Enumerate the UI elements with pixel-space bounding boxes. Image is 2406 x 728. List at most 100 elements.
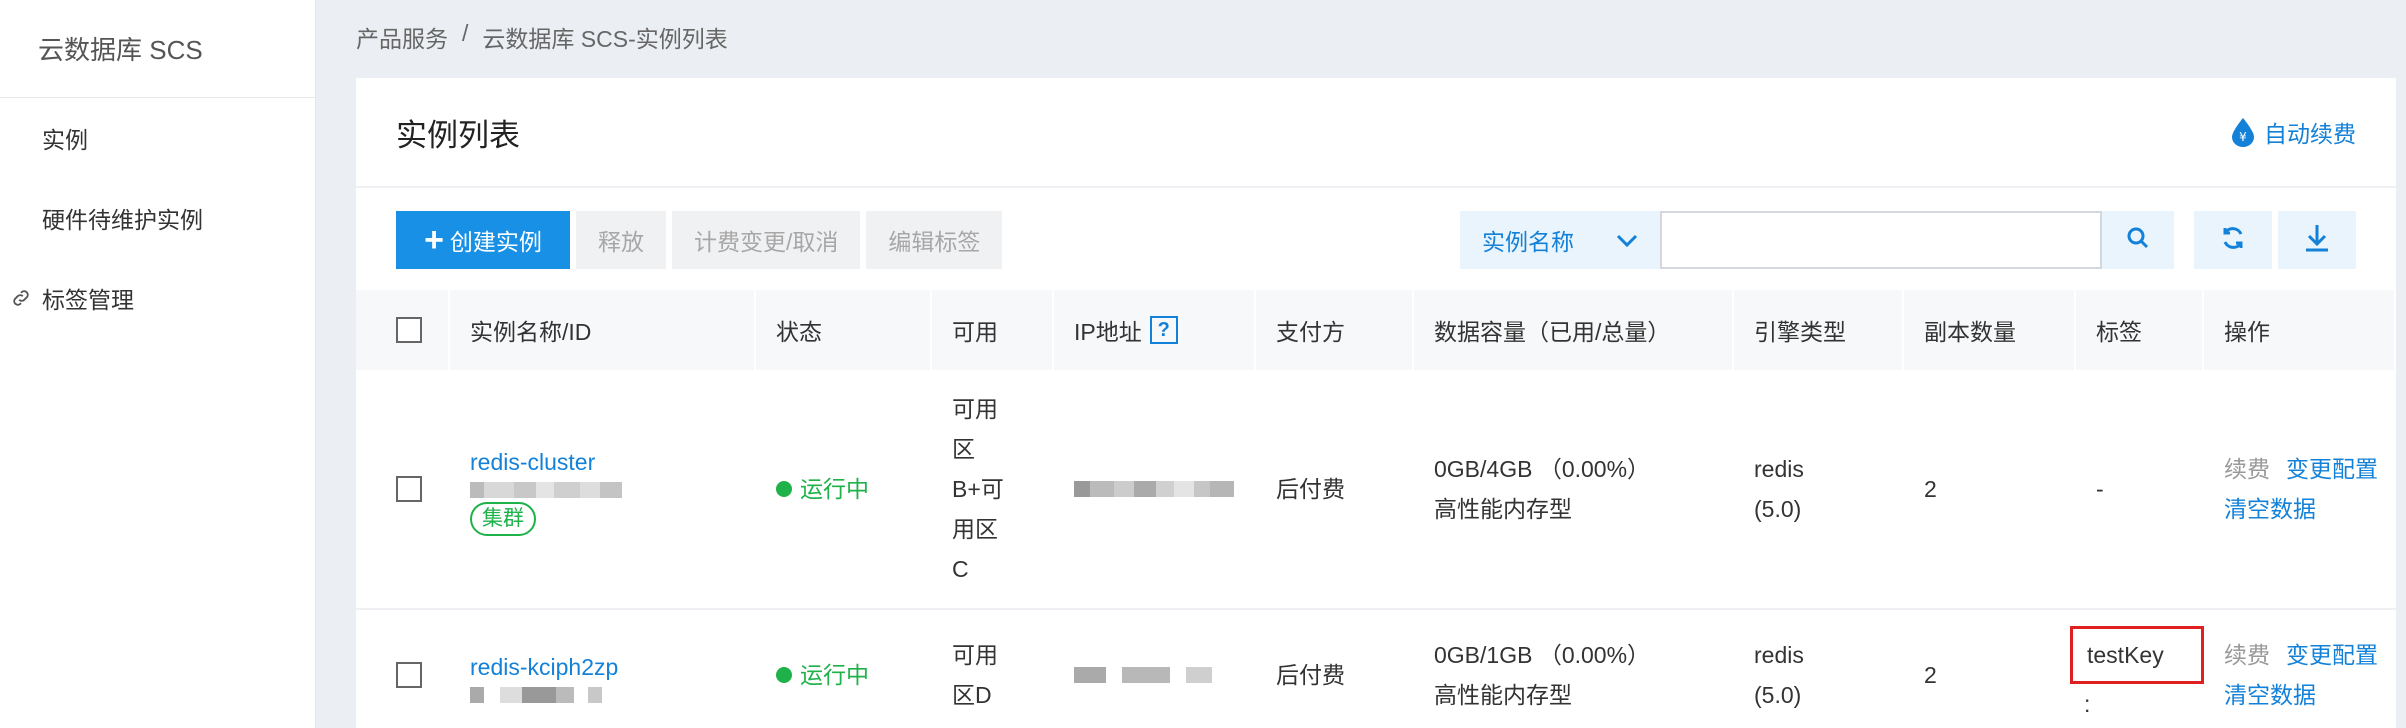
drop-yen-icon: ¥ <box>2230 117 2256 147</box>
row-select-cell <box>356 370 450 608</box>
engine-cell: redis (5.0) <box>1734 370 1904 608</box>
sidebar-item-label: 实例 <box>42 127 88 153</box>
refresh-icon <box>2219 224 2247 257</box>
payment-cell: 后付费 <box>1276 476 1345 502</box>
tag-highlight: testKey <box>2070 626 2204 684</box>
status-cell: 运行中 <box>756 610 932 728</box>
capacity-type: 高性能内存型 <box>1434 682 1572 708</box>
header-engine: 引擎类型 <box>1734 290 1904 370</box>
download-button[interactable] <box>2278 211 2356 269</box>
breadcrumb-separator: / <box>462 20 469 46</box>
edit-tags-button[interactable]: 编辑标签 <box>866 211 1003 269</box>
sidebar-item-tag-management[interactable]: 标签管理 <box>0 258 315 338</box>
ip-cell <box>1054 370 1256 608</box>
replicas-cell: 2 <box>1924 662 1937 688</box>
name-cell: redis-cluster 集群 <box>450 370 756 608</box>
capacity-value: 0GB/4GB （0.00%） <box>1434 456 1651 482</box>
create-instance-label: 创建实例 <box>449 229 542 255</box>
capacity-cell: 0GB/4GB （0.00%） 高性能内存型 <box>1414 370 1734 608</box>
search-field-select[interactable]: 实例名称 <box>1460 211 1660 269</box>
header-ip: IP地址 ? <box>1054 290 1256 370</box>
select-all-checkbox[interactable] <box>396 317 422 343</box>
refresh-button[interactable] <box>2194 211 2272 269</box>
tag-cell: - <box>2096 476 2104 502</box>
status-badge: 运行中 <box>776 469 932 509</box>
header-capacity: 数据容量（已用/总量） <box>1414 290 1734 370</box>
engine-version: (5.0) <box>1754 682 1802 708</box>
auto-renew-label: 自动续费 <box>2264 121 2356 147</box>
billing-change-button[interactable]: 计费变更/取消 <box>672 211 861 269</box>
search-input[interactable] <box>1660 211 2102 269</box>
zone-line: 区D <box>952 682 992 708</box>
instance-name-link[interactable]: redis-cluster <box>470 442 756 482</box>
breadcrumb: 产品服务 / 云数据库 SCS-实例列表 <box>356 20 728 54</box>
help-icon[interactable]: ? <box>1149 316 1178 344</box>
auto-renew-link[interactable]: ¥ 自动续费 <box>2230 115 2356 149</box>
header-ip-label: IP地址 <box>1074 319 1142 345</box>
row-checkbox[interactable] <box>396 476 422 502</box>
card-header: 实例列表 ¥ 自动续费 <box>356 78 2396 188</box>
engine-name: redis <box>1754 456 1804 482</box>
zone-line: 可用 <box>952 642 998 668</box>
change-config-action[interactable]: 变更配置 <box>2286 449 2378 489</box>
chevron-down-icon <box>1616 227 1638 254</box>
sidebar-item-instances[interactable]: 实例 <box>0 98 315 178</box>
create-instance-button[interactable]: + 创建实例 <box>396 211 570 269</box>
actions-cell: 续费 变更配置 清空数据 <box>2204 610 2396 728</box>
tag-key: testKey <box>2087 642 2164 668</box>
plus-icon: + <box>424 221 444 259</box>
ip-cell <box>1054 610 1256 728</box>
zone-line: C <box>952 556 969 582</box>
status-dot-icon <box>776 667 792 683</box>
sidebar-item-hardware-maintenance[interactable]: 硬件待维护实例 <box>0 178 315 258</box>
zone-line: B+可 <box>952 476 1004 502</box>
search-button[interactable] <box>2102 211 2174 269</box>
page-title: 实例列表 <box>396 117 520 153</box>
clear-data-action[interactable]: 清空数据 <box>2224 675 2316 715</box>
row-checkbox[interactable] <box>396 662 422 688</box>
sidebar-item-label: 硬件待维护实例 <box>42 207 203 233</box>
sidebar-title: 云数据库 SCS <box>0 0 315 98</box>
release-button[interactable]: 释放 <box>576 211 666 269</box>
ip-address-redacted <box>1074 667 1256 683</box>
status-cell: 运行中 <box>756 370 932 608</box>
engine-version: (5.0) <box>1754 496 1802 522</box>
payment-cell: 后付费 <box>1276 662 1345 688</box>
capacity-type: 高性能内存型 <box>1434 496 1572 522</box>
header-replicas: 副本数量 <box>1904 290 2076 370</box>
actions-cell: 续费 变更配置 清空数据 <box>2204 370 2396 608</box>
search-field-label: 实例名称 <box>1482 229 1574 255</box>
instance-table: 实例名称/ID 状态 可用 IP地址 ? 支付方 数据容量（已用/总量） 引擎类… <box>356 290 2396 728</box>
ip-address-redacted <box>1074 481 1256 497</box>
table-row: redis-kciph2zp 运行中 可用 区D 后付费 0GB/1GB （0.… <box>356 610 2396 728</box>
instance-name-link[interactable]: redis-kciph2zp <box>470 647 756 687</box>
table-header: 实例名称/ID 状态 可用 IP地址 ? 支付方 数据容量（已用/总量） 引擎类… <box>356 290 2396 370</box>
renew-action[interactable]: 续费 <box>2224 635 2270 675</box>
zone-line: 区 <box>952 436 975 462</box>
breadcrumb-parent[interactable]: 产品服务 <box>356 20 448 54</box>
header-actions: 操作 <box>2204 290 2396 370</box>
instance-id-redacted <box>470 687 756 703</box>
header-name: 实例名称/ID <box>450 290 756 370</box>
instance-id-redacted <box>470 482 756 498</box>
engine-cell: redis (5.0) <box>1734 610 1904 728</box>
cluster-badge: 集群 <box>470 502 536 536</box>
zone-cell: 可用 区D <box>932 610 1054 728</box>
clear-data-action[interactable]: 清空数据 <box>2224 489 2316 529</box>
capacity-value: 0GB/1GB （0.00%） <box>1434 642 1651 668</box>
table-row: redis-cluster 集群 运行中 可用 区 B+可 用区 C 后付费 0… <box>356 370 2396 610</box>
change-config-action[interactable]: 变更配置 <box>2286 635 2378 675</box>
header-zone: 可用 <box>932 290 1054 370</box>
row-select-cell <box>356 610 450 728</box>
status-label: 运行中 <box>800 662 869 688</box>
header-payment: 支付方 <box>1256 290 1414 370</box>
toolbar: + 创建实例 释放 计费变更/取消 编辑标签 实例名称 <box>396 210 2356 270</box>
sidebar-item-label: 标签管理 <box>42 287 134 313</box>
zone-line: 用区 <box>952 516 998 542</box>
link-icon <box>10 287 32 309</box>
header-select-cell <box>356 290 450 370</box>
capacity-cell: 0GB/1GB （0.00%） 高性能内存型 <box>1414 610 1734 728</box>
engine-name: redis <box>1754 642 1804 668</box>
renew-action[interactable]: 续费 <box>2224 449 2270 489</box>
replicas-cell: 2 <box>1924 476 1937 502</box>
